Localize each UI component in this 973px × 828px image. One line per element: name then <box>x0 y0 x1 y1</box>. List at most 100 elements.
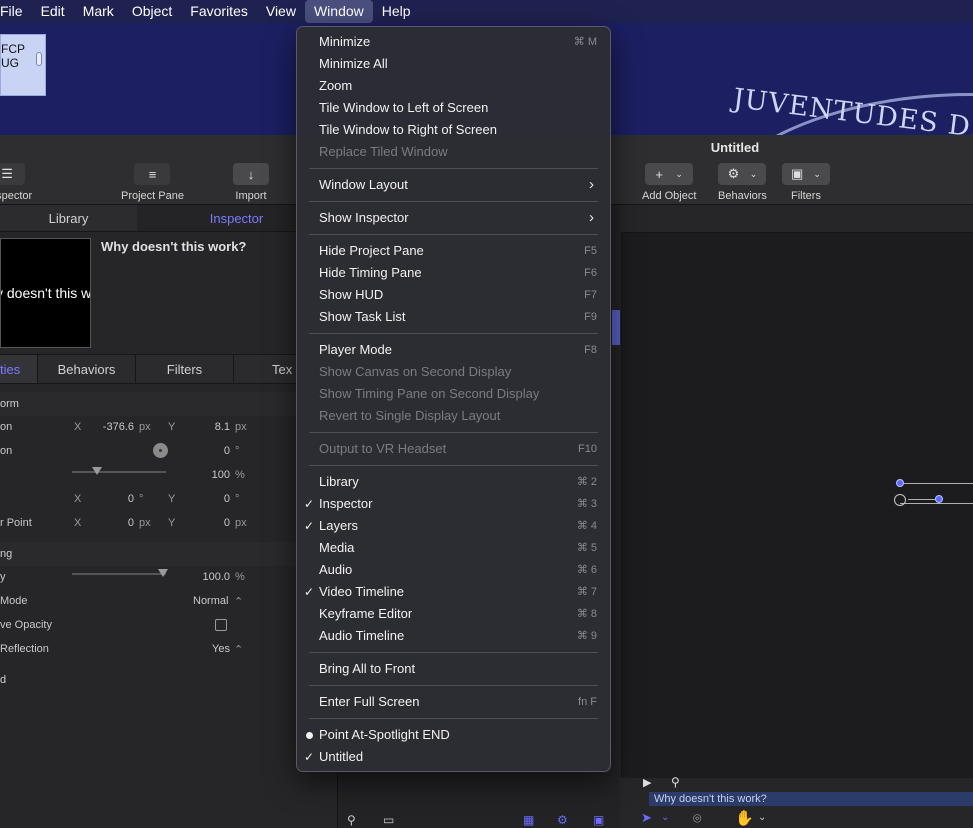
search-icon[interactable]: ⚲ <box>347 813 356 827</box>
menu-item-audio[interactable]: Audio ⌘ 6 <box>297 559 610 581</box>
tab-library[interactable]: Library <box>0 205 137 231</box>
menu-separator <box>309 465 598 466</box>
rotation-handle[interactable] <box>935 495 943 503</box>
gear-icon: ⚙ ⌄ <box>718 163 767 185</box>
menu-item-label: Minimize <box>319 34 371 49</box>
tab-filters[interactable]: Filters <box>136 355 234 383</box>
menu-item-minimize-all[interactable]: Minimize All <box>297 53 610 75</box>
anchor-point-icon[interactable] <box>894 494 906 506</box>
shear-y-unit: ° <box>235 493 240 505</box>
checker-icon[interactable]: ▦ <box>523 813 534 827</box>
position-y-value[interactable]: 8.1 <box>196 421 230 433</box>
menu-separator <box>309 234 598 235</box>
menu-item-media[interactable]: Media ⌘ 5 <box>297 537 610 559</box>
menu-item-library[interactable]: Library ⌘ 2 <box>297 471 610 493</box>
menu-help[interactable]: Help <box>373 0 420 23</box>
scale-value[interactable]: 100 <box>196 469 230 481</box>
3d-transform-icon[interactable]: ⌾ <box>693 810 701 827</box>
opacity-slider-track[interactable] <box>72 573 166 575</box>
menu-item-untitled[interactable]: ✓ Untitled <box>297 746 610 768</box>
menu-item-minimize[interactable]: Minimize ⌘ M <box>297 31 610 53</box>
anchor-y-value[interactable]: 0 <box>196 517 230 529</box>
transform-section-header[interactable]: orm <box>0 392 336 416</box>
menu-edit[interactable]: Edit <box>32 0 74 23</box>
shear-x-value[interactable]: 0 <box>96 493 134 505</box>
lighting-section-header[interactable]: d <box>0 668 336 692</box>
pan-tool-chevron-icon[interactable]: ⌄ <box>758 812 766 823</box>
tab-properties[interactable]: ties <box>0 355 38 383</box>
select-tool-icon[interactable]: ➤ <box>641 810 652 826</box>
opacity-row: y 100.0 % <box>0 566 336 590</box>
scale-unit: % <box>235 469 245 481</box>
opacity-slider-knob[interactable] <box>158 569 168 577</box>
preview-thumbnail-text: Why doesn't this work? <box>1 285 91 301</box>
timeline-layer-bar[interactable]: Why doesn't this work? <box>649 792 973 806</box>
transform-handle-top[interactable] <box>896 479 904 487</box>
add-object-toolbar-button[interactable]: + ⌄ Add Object <box>642 163 696 202</box>
menu-item-player-mode[interactable]: Player Mode F8 <box>297 339 610 361</box>
desktop-file-icon[interactable]: FCP UG <box>0 34 46 96</box>
menu-item-tile-window-to-left-of-screen[interactable]: Tile Window to Left of Screen <box>297 97 610 119</box>
position-x-value[interactable]: -376.6 <box>96 421 134 433</box>
scale-slider-knob[interactable] <box>92 467 102 475</box>
project-pane-toolbar-button[interactable]: ≡ Project Pane <box>121 163 184 202</box>
filters-stack-icon[interactable]: ▣ <box>593 813 604 827</box>
canvas-area[interactable] <box>621 233 973 778</box>
cast-reflection-select[interactable]: Yes <box>212 643 230 655</box>
playhead-icon[interactable]: ⚲ <box>671 775 680 789</box>
menu-object[interactable]: Object <box>123 0 181 23</box>
menu-item-layers[interactable]: ✓ Layers ⌘ 4 <box>297 515 610 537</box>
layers-bottom-bar: ⚲ ▭ ▦ ⚙ ▣ <box>337 808 620 828</box>
menu-item-replace-tiled-window: Replace Tiled Window <box>297 141 610 163</box>
preview-layer-title: Why doesn't this work? <box>101 239 247 254</box>
rotation-value[interactable]: 0 <box>196 445 230 457</box>
behaviors-toolbar-button[interactable]: ⚙ ⌄ Behaviors <box>718 163 767 202</box>
bounding-box-bottom-edge <box>900 503 973 504</box>
filters-toolbar-button[interactable]: ▣ ⌄ Filters <box>782 163 830 202</box>
blending-section-header[interactable]: ng <box>0 542 336 566</box>
menu-item-hide-project-pane[interactable]: Hide Project Pane F5 <box>297 240 610 262</box>
menu-item-show-task-list[interactable]: Show Task List F9 <box>297 306 610 328</box>
rotation-handle-line <box>908 499 938 500</box>
rotation-unit: ° <box>235 445 240 457</box>
menu-window[interactable]: Window <box>304 0 373 23</box>
rotation-dial[interactable] <box>153 443 168 458</box>
opacity-value[interactable]: 100.0 <box>190 571 230 583</box>
anchor-x-value[interactable]: 0 <box>96 517 134 529</box>
new-group-icon[interactable]: ▭ <box>383 813 394 827</box>
menu-item-window-layout[interactable]: Window Layout › <box>297 174 610 196</box>
select-tool-chevron-icon[interactable]: ⌄ <box>661 812 669 823</box>
menu-item-shortcut: F8 <box>584 344 597 356</box>
menu-item-label: Show Canvas on Second Display <box>319 364 512 379</box>
inspector-toolbar-button[interactable]: ☰ nspector <box>0 163 32 202</box>
menu-item-show-inspector[interactable]: Show Inspector › <box>297 207 610 229</box>
menu-item-audio-timeline[interactable]: Audio Timeline ⌘ 9 <box>297 625 610 647</box>
menu-favorites[interactable]: Favorites <box>181 0 257 23</box>
menu-item-bring-all-to-front[interactable]: Bring All to Front <box>297 658 610 680</box>
menu-item-label: Show Inspector <box>319 210 409 225</box>
preserve-opacity-checkbox[interactable] <box>215 619 227 631</box>
tab-behaviors[interactable]: Behaviors <box>38 355 136 383</box>
layer-selection-marker <box>612 310 620 345</box>
menu-view[interactable]: View <box>257 0 305 23</box>
menu-item-keyframe-editor[interactable]: Keyframe Editor ⌘ 8 <box>297 603 610 625</box>
menu-item-shortcut: ⌘ 8 <box>576 608 597 620</box>
menu-item-point-at-spotlight-end[interactable]: Point At-Spotlight END <box>297 724 610 746</box>
menu-item-enter-full-screen[interactable]: Enter Full Screen fn F <box>297 691 610 713</box>
pan-hand-icon[interactable]: ✋ <box>735 809 754 827</box>
menu-item-hide-timing-pane[interactable]: Hide Timing Pane F6 <box>297 262 610 284</box>
behaviors-gear-icon[interactable]: ⚙ <box>557 813 568 827</box>
import-toolbar-button[interactable]: ↓ Import <box>233 163 269 202</box>
menu-mark[interactable]: Mark <box>74 0 123 23</box>
scale-slider-track[interactable] <box>72 471 166 473</box>
menu-item-inspector[interactable]: ✓ Inspector ⌘ 3 <box>297 493 610 515</box>
canvas-top-bar <box>621 205 973 233</box>
shear-x-label: X <box>74 493 82 505</box>
shear-y-value[interactable]: 0 <box>196 493 230 505</box>
menu-item-video-timeline[interactable]: ✓ Video Timeline ⌘ 7 <box>297 581 610 603</box>
menu-item-zoom[interactable]: Zoom <box>297 75 610 97</box>
menu-file[interactable]: File <box>0 0 32 23</box>
blend-mode-select[interactable]: Normal <box>193 595 228 607</box>
menu-item-show-hud[interactable]: Show HUD F7 <box>297 284 610 306</box>
menu-item-tile-window-to-right-of-screen[interactable]: Tile Window to Right of Screen <box>297 119 610 141</box>
